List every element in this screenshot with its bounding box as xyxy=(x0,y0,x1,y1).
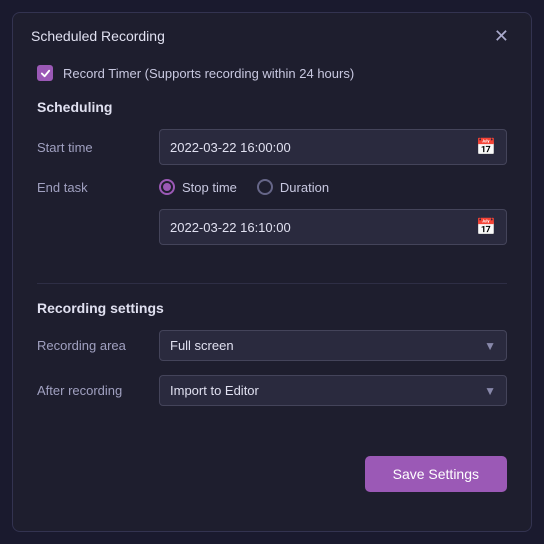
duration-radio-label: Duration xyxy=(280,180,329,195)
dialog-body: Record Timer (Supports recording within … xyxy=(13,57,531,440)
after-recording-chevron-icon: ▼ xyxy=(484,384,496,398)
duration-radio[interactable]: Duration xyxy=(257,179,329,195)
title-bar: Scheduled Recording ✕ xyxy=(13,13,531,57)
duration-radio-outer xyxy=(257,179,273,195)
after-recording-value: Import to Editor xyxy=(170,383,484,398)
dialog-footer: Save Settings xyxy=(13,440,531,512)
dialog-title: Scheduled Recording xyxy=(31,28,165,44)
divider-line xyxy=(37,283,507,284)
end-time-calendar-icon[interactable]: 📅 xyxy=(476,217,496,237)
start-time-calendar-icon[interactable]: 📅 xyxy=(476,137,496,157)
checkmark-icon xyxy=(40,68,51,79)
after-recording-row: After recording Import to Editor ▼ xyxy=(37,375,507,406)
scheduled-recording-dialog: Scheduled Recording ✕ Record Timer (Supp… xyxy=(12,12,532,532)
recording-area-select[interactable]: Full screen ▼ xyxy=(159,330,507,361)
after-recording-select[interactable]: Import to Editor ▼ xyxy=(159,375,507,406)
recording-area-label: Recording area xyxy=(37,338,147,353)
after-recording-label: After recording xyxy=(37,383,147,398)
recording-settings-title: Recording settings xyxy=(37,300,507,316)
recording-settings-section: Recording settings Recording area Full s… xyxy=(37,300,507,406)
scheduling-section: Scheduling Start time 2022-03-22 16:00:0… xyxy=(37,99,507,245)
close-button[interactable]: ✕ xyxy=(490,27,513,45)
recording-area-value: Full screen xyxy=(170,338,484,353)
end-time-row: 2022-03-22 16:10:00 📅 xyxy=(37,209,507,245)
start-time-row: Start time 2022-03-22 16:00:00 📅 xyxy=(37,129,507,165)
end-task-radio-group: Stop time Duration xyxy=(159,179,329,195)
recording-area-chevron-icon: ▼ xyxy=(484,339,496,353)
save-settings-button[interactable]: Save Settings xyxy=(365,456,507,492)
stop-time-radio-inner xyxy=(163,183,171,191)
start-time-value: 2022-03-22 16:00:00 xyxy=(170,140,468,155)
end-task-label: End task xyxy=(37,180,147,195)
record-timer-checkbox[interactable] xyxy=(37,65,53,81)
stop-time-radio[interactable]: Stop time xyxy=(159,179,237,195)
end-time-value: 2022-03-22 16:10:00 xyxy=(170,220,468,235)
record-timer-label: Record Timer (Supports recording within … xyxy=(63,66,354,81)
recording-area-row: Recording area Full screen ▼ xyxy=(37,330,507,361)
end-task-row: End task Stop time Duration xyxy=(37,179,507,195)
section-divider xyxy=(37,259,507,275)
end-time-input[interactable]: 2022-03-22 16:10:00 📅 xyxy=(159,209,507,245)
start-time-input[interactable]: 2022-03-22 16:00:00 📅 xyxy=(159,129,507,165)
stop-time-radio-outer xyxy=(159,179,175,195)
scheduling-section-title: Scheduling xyxy=(37,99,507,115)
stop-time-radio-label: Stop time xyxy=(182,180,237,195)
record-timer-row: Record Timer (Supports recording within … xyxy=(37,65,507,81)
start-time-label: Start time xyxy=(37,140,147,155)
